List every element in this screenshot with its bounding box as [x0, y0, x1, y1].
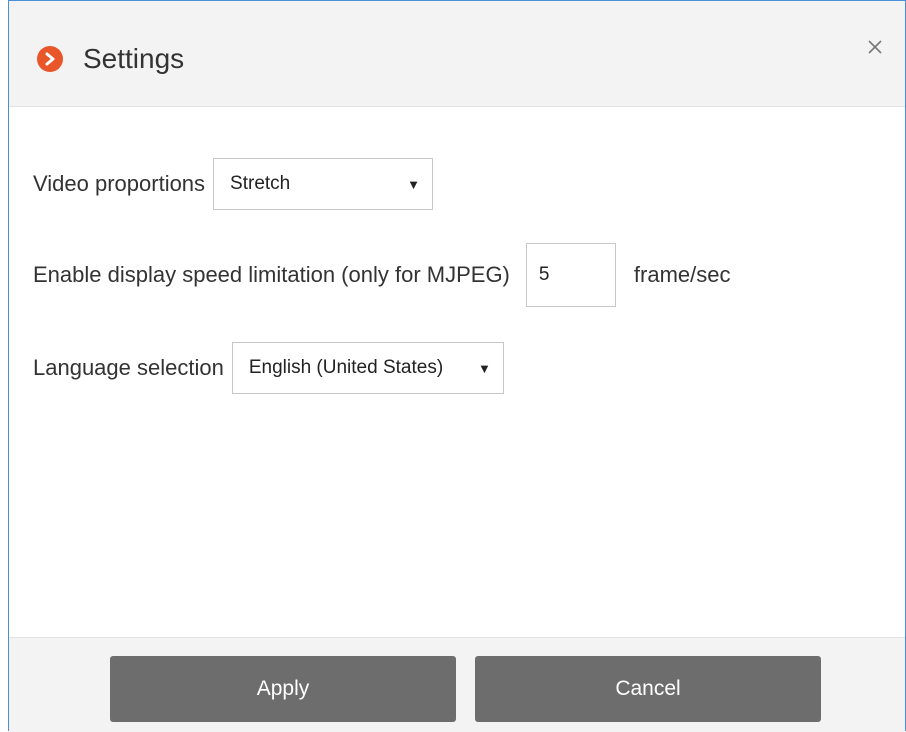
video-proportions-label: Video proportions — [33, 171, 206, 196]
video-proportions-value: Stretch — [230, 173, 291, 194]
language-row: Language selection English (United State… — [33, 341, 504, 395]
video-proportions-select[interactable]: Stretch ▼ — [213, 158, 434, 210]
close-icon — [868, 40, 882, 54]
language-select[interactable]: English (United States) ▼ — [231, 342, 504, 394]
settings-dialog: Settings Video proportions Stretch ▼ Ena… — [8, 0, 906, 732]
video-proportions-row: Video proportions Stretch ▼ — [33, 157, 434, 211]
close-button[interactable] — [863, 35, 887, 59]
language-value: English (United States) — [248, 357, 444, 378]
cancel-button[interactable]: Cancel — [475, 656, 821, 722]
dialog-header: Settings — [9, 1, 905, 107]
dialog-title: Settings — [83, 43, 185, 74]
dialog-footer: Apply Cancel — [9, 637, 905, 732]
dropdown-caret-icon: ▼ — [407, 176, 421, 192]
apply-button[interactable]: Apply — [110, 656, 456, 722]
dropdown-caret-icon: ▼ — [477, 360, 491, 376]
speed-limit-row: Enable display speed limitation (only fo… — [33, 243, 730, 307]
speed-limit-input[interactable]: 5 — [525, 243, 616, 307]
speed-limit-label: Enable display speed limitation (only fo… — [33, 262, 510, 287]
language-label: Language selection — [33, 355, 224, 380]
chevron-right-circle-icon — [37, 46, 63, 72]
speed-limit-unit: frame/sec — [633, 262, 731, 287]
